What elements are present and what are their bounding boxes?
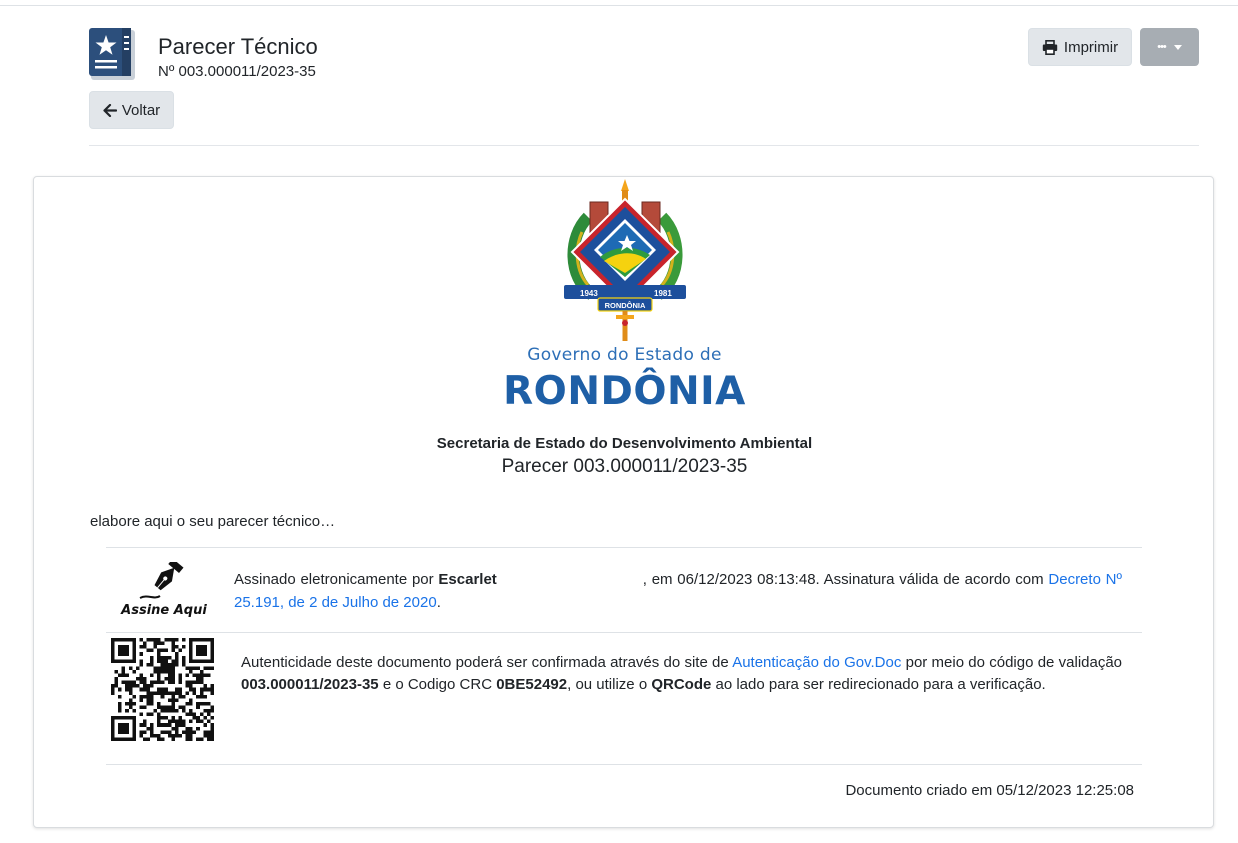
document-body: elabore aqui o seu parecer técnico… bbox=[90, 513, 336, 530]
signature-bottom-divider bbox=[106, 632, 1142, 633]
signer-name: Escarlet bbox=[438, 571, 497, 588]
document-star-icon bbox=[89, 28, 135, 80]
print-button[interactable]: Imprimir bbox=[1028, 28, 1132, 66]
back-button[interactable]: Voltar bbox=[89, 91, 174, 129]
caret-down-icon bbox=[1173, 44, 1182, 50]
created-timestamp: Documento criado em 05/12/2023 12:25:08 bbox=[845, 782, 1134, 799]
validation-code: 003.000011/2023-35 bbox=[241, 676, 379, 693]
ellipsis-icon: ••• bbox=[1157, 41, 1167, 53]
assine-aqui-logo: Assine Aqui bbox=[120, 562, 207, 618]
document-number: Nº 003.000011/2023-35 bbox=[158, 63, 316, 80]
auth-part3: e o Codigo CRC bbox=[382, 676, 493, 693]
printer-icon bbox=[1042, 39, 1058, 55]
qrcode-label: QRCode bbox=[651, 676, 712, 693]
header-divider bbox=[89, 145, 1199, 146]
back-button-label: Voltar bbox=[121, 101, 161, 119]
assine-aqui-text: Assine Aqui bbox=[120, 603, 207, 618]
page-header: Parecer Técnico Nº 003.000011/2023-35 Im… bbox=[89, 28, 1199, 88]
auth-part5: ao lado para ser redirecionado para a ve… bbox=[715, 676, 1046, 693]
auth-part2: por meio do código de validação bbox=[905, 654, 1123, 671]
auth-part4: , ou utilize o bbox=[567, 676, 648, 693]
footer-divider bbox=[106, 764, 1142, 765]
signature-suffix: . bbox=[436, 594, 441, 611]
rondonia-coat-of-arms: 1943 1981 RONDÔNIA bbox=[564, 179, 686, 341]
crc-code: 0BE52492 bbox=[496, 676, 568, 693]
crest-year-right: 1981 bbox=[654, 289, 672, 298]
parecer-number: Parecer 003.000011/2023-35 bbox=[501, 456, 748, 477]
top-border bbox=[0, 5, 1238, 6]
government-line: Governo do Estado de bbox=[527, 345, 722, 365]
secretaria-name: Secretaria de Estado do Desenvolvimento … bbox=[436, 435, 813, 452]
authenticity-text: Autenticidade deste documento poderá ser… bbox=[241, 652, 1122, 696]
state-name: RONDÔNIA bbox=[503, 369, 746, 414]
qr-code[interactable] bbox=[111, 638, 214, 741]
auth-part1: Autenticidade deste documento poderá ser… bbox=[241, 654, 729, 671]
arrow-left-icon bbox=[103, 103, 117, 117]
print-button-label: Imprimir bbox=[1063, 38, 1119, 56]
signature-text: Assinado eletronicamente por Escarlet , e… bbox=[234, 568, 1122, 614]
signature-prefix: Assinado eletronicamente por bbox=[234, 571, 434, 588]
more-options-button[interactable]: ••• bbox=[1140, 28, 1199, 66]
signature-date: , em 06/12/2023 08:13:48. Assinatura vál… bbox=[642, 571, 1044, 588]
document-card: 1943 1981 RONDÔNIA Governo do Estado de … bbox=[33, 176, 1214, 828]
crest-banner-text: RONDÔNIA bbox=[605, 301, 646, 310]
signature-top-divider bbox=[106, 547, 1142, 548]
crest-year-left: 1943 bbox=[580, 289, 598, 298]
page-title: Parecer Técnico bbox=[158, 34, 318, 59]
authentication-link[interactable]: Autenticação do Gov.Doc bbox=[732, 654, 901, 671]
